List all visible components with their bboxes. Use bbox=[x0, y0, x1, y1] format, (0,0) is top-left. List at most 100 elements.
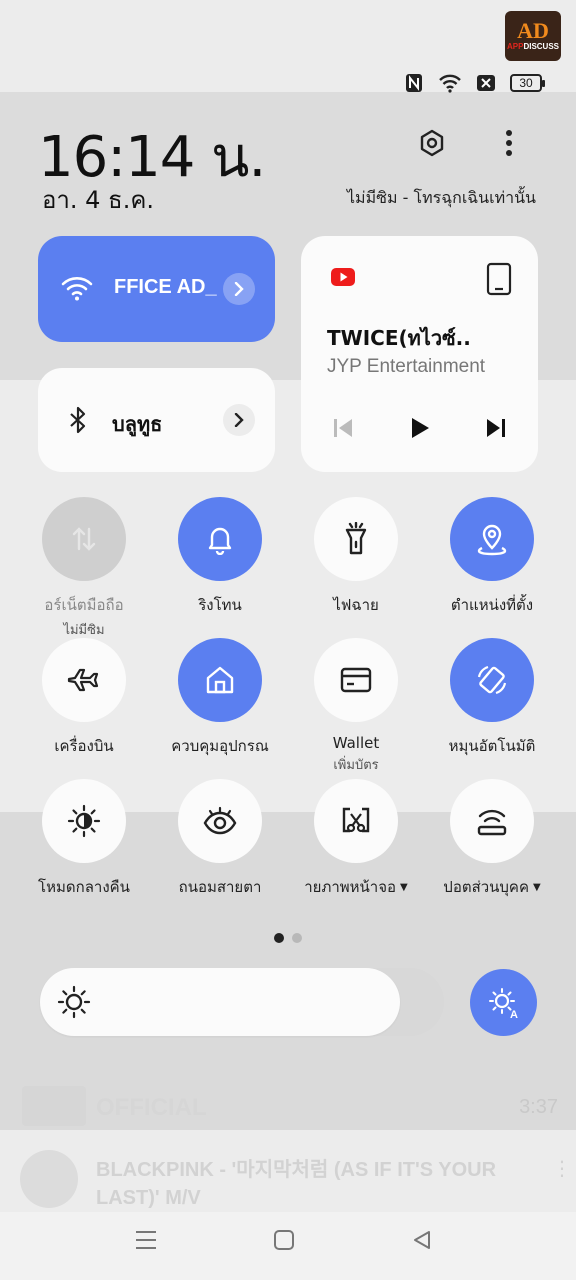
toggle-flashlight[interactable]: ไฟฉาย bbox=[288, 497, 424, 617]
watermark-text: APPDISCUSS bbox=[507, 42, 559, 52]
toggle-circle[interactable] bbox=[42, 497, 126, 581]
status-bar: 30 bbox=[402, 72, 545, 94]
toggle-label: โหมดกลางคืน bbox=[38, 878, 130, 896]
bluetooth-expand-button[interactable] bbox=[223, 404, 255, 436]
nfc-icon bbox=[402, 72, 426, 94]
wifi-tile[interactable]: FFICE AD_ bbox=[38, 236, 275, 342]
watermark-text-app: APP bbox=[506, 42, 524, 51]
bluetooth-icon bbox=[70, 406, 86, 434]
toggle-label-text: ปอตส่วนบุคค bbox=[443, 878, 529, 896]
toggle-label: ายภาพหน้าจอ ▼ bbox=[288, 875, 424, 899]
toggle-label: ไฟฉาย bbox=[333, 596, 379, 614]
toggle-circle[interactable] bbox=[314, 638, 398, 722]
battery-icon: 30 bbox=[510, 74, 545, 92]
toggle-label: ตำแหน่งที่ตั้ง bbox=[450, 596, 534, 614]
chevron-right-icon bbox=[234, 413, 244, 427]
toggle-circle[interactable] bbox=[450, 779, 534, 863]
dark-mode-icon bbox=[67, 804, 101, 838]
toggle-circle[interactable] bbox=[314, 779, 398, 863]
toggle-label: ควบคุมอุปกรณ bbox=[171, 737, 269, 755]
wifi-expand-button[interactable] bbox=[223, 273, 255, 305]
toggle-circle[interactable] bbox=[450, 638, 534, 722]
chevron-right-icon bbox=[234, 282, 244, 296]
bell-icon bbox=[208, 527, 232, 555]
more-button[interactable] bbox=[480, 114, 538, 172]
toggle-label: ริงโทน bbox=[198, 596, 242, 614]
media-artist: JYP Entertainment bbox=[327, 356, 486, 377]
home-button[interactable] bbox=[264, 1220, 304, 1260]
flashlight-icon bbox=[345, 522, 367, 555]
back-icon bbox=[414, 1231, 430, 1249]
brightness-icon bbox=[56, 984, 92, 1020]
airplane-icon bbox=[67, 668, 99, 692]
watermark-mark: AD bbox=[517, 18, 549, 43]
toggle-circle[interactable] bbox=[314, 497, 398, 581]
home-icon bbox=[274, 1230, 294, 1250]
bluetooth-tile[interactable]: บลูทูธ bbox=[38, 368, 275, 472]
toggle-auto-rotate[interactable]: หมุนอัตโนมัติ bbox=[424, 638, 560, 758]
auto-brightness-icon: A bbox=[488, 987, 518, 1020]
more-vertical-icon bbox=[506, 130, 512, 156]
no-sim-icon bbox=[474, 72, 498, 94]
toggle-location[interactable]: ตำแหน่งที่ตั้ง bbox=[424, 497, 560, 617]
toggle-wallet[interactable]: Wallet เพิ่มบัตร bbox=[288, 638, 424, 775]
eye-icon bbox=[203, 806, 237, 835]
toggle-sublabel: ไม่มีซิม bbox=[63, 623, 105, 638]
wifi-icon bbox=[438, 72, 462, 94]
toggle-hotspot[interactable]: ปอตส่วนบุคค ▼ bbox=[424, 779, 560, 899]
toggle-label: Wallet bbox=[332, 734, 380, 752]
svg-text:A: A bbox=[510, 1009, 518, 1020]
settings-icon bbox=[420, 129, 444, 157]
settings-button[interactable] bbox=[403, 114, 461, 172]
play-button[interactable] bbox=[404, 412, 436, 444]
hotspot-icon bbox=[477, 809, 507, 836]
toggle-label: ถนอมสายตา bbox=[178, 878, 262, 896]
page-dot[interactable] bbox=[292, 933, 302, 943]
toggle-screenshot[interactable]: ายภาพหน้าจอ ▼ bbox=[288, 779, 424, 899]
phone-icon[interactable] bbox=[486, 262, 512, 296]
toggle-label: อร์เน็ตมือถือ bbox=[44, 596, 124, 614]
previous-button[interactable] bbox=[327, 412, 359, 444]
toggle-label-text: ายภาพหน้าจอ bbox=[304, 878, 397, 896]
bluetooth-label: บลูทูธ bbox=[112, 412, 163, 436]
toggle-circle[interactable] bbox=[178, 779, 262, 863]
toggle-circle[interactable] bbox=[178, 638, 262, 722]
wifi-network-name: FFICE AD_ bbox=[114, 276, 217, 298]
dropdown-caret-icon[interactable]: ▼ bbox=[533, 882, 541, 893]
media-title: TWICE(ทไวซ์.. bbox=[327, 326, 471, 350]
screenshot-icon bbox=[342, 807, 370, 833]
wallet-icon bbox=[340, 667, 372, 693]
location-icon bbox=[477, 524, 507, 556]
brightness-slider-fill[interactable] bbox=[40, 968, 400, 1036]
skip-previous-icon bbox=[334, 419, 352, 437]
recents-button[interactable] bbox=[126, 1220, 166, 1260]
toggle-dark-mode[interactable]: โหมดกลางคืน bbox=[16, 779, 152, 899]
toggle-sublabel: เพิ่มบัตร bbox=[333, 758, 379, 773]
back-button[interactable] bbox=[402, 1220, 442, 1260]
toggle-device-control[interactable]: ควบคุมอุปกรณ bbox=[152, 638, 288, 758]
play-icon bbox=[412, 418, 429, 438]
media-player-tile[interactable]: TWICE(ทไวซ์.. JYP Entertainment bbox=[301, 236, 538, 472]
toggle-airplane[interactable]: เครื่องบิน bbox=[16, 638, 152, 758]
wifi-icon bbox=[61, 277, 93, 301]
watermark-text-rest: DISCUSS bbox=[523, 42, 559, 51]
toggle-circle[interactable] bbox=[42, 638, 126, 722]
page-indicator bbox=[274, 933, 302, 943]
dropdown-caret-icon[interactable]: ▼ bbox=[400, 882, 408, 893]
next-button[interactable] bbox=[480, 412, 512, 444]
toggle-eye-comfort[interactable]: ถนอมสายตา bbox=[152, 779, 288, 899]
mobile-data-icon bbox=[72, 527, 96, 551]
toggle-ringtone[interactable]: ริงโทน bbox=[152, 497, 288, 617]
recents-icon bbox=[136, 1231, 156, 1249]
toggle-circle[interactable] bbox=[178, 497, 262, 581]
toggle-mobile-data[interactable]: อร์เน็ตมือถือ ไม่มีซิม bbox=[16, 497, 152, 640]
auto-rotate-icon bbox=[477, 665, 507, 695]
page-dot-active[interactable] bbox=[274, 933, 284, 943]
toggle-circle[interactable] bbox=[42, 779, 126, 863]
date: อา. 4 ธ.ค. bbox=[42, 186, 155, 214]
home-icon bbox=[206, 666, 234, 694]
auto-brightness-button[interactable]: A bbox=[470, 969, 537, 1036]
toggle-label: เครื่องบิน bbox=[54, 737, 114, 755]
toggle-circle[interactable] bbox=[450, 497, 534, 581]
watermark-logo: AD APPDISCUSS bbox=[505, 11, 561, 61]
